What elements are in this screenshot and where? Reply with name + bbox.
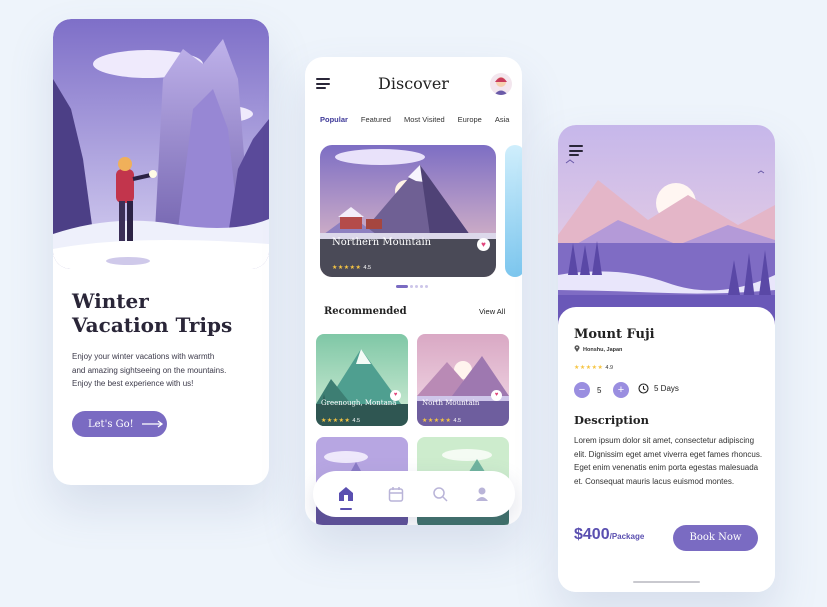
next-destination-card-peek[interactable]: [505, 145, 522, 277]
calendar-icon[interactable]: [387, 485, 405, 503]
lets-go-button[interactable]: Let's Go!: [72, 411, 167, 437]
destination-detail-card: Mount Fuji Honshu, Japan ★★★★★ 4.9 − 5 + …: [558, 125, 775, 592]
heart-icon[interactable]: ♥: [477, 238, 490, 251]
recommended-tile[interactable]: Greenough, Montana ★★★★★ 4.5 ♥: [316, 334, 408, 426]
home-indicator: [633, 581, 700, 583]
tile-name: Greenough, Montana: [321, 399, 397, 407]
discover-card: Discover Popular Featured Most Visited Euro…: [305, 57, 522, 525]
menu-icon[interactable]: [569, 145, 583, 156]
view-all-link[interactable]: View All: [479, 307, 505, 316]
recommended-tile[interactable]: North Mountain ★★★★★ 4.5 ♥: [417, 334, 509, 426]
mountain-landscape-illustration: [558, 125, 775, 325]
tile-rating: ★★★★★ 4.5: [422, 418, 462, 424]
tab-europe[interactable]: Europe: [458, 115, 482, 124]
winter-hero-illustration: [53, 19, 269, 269]
price: $400/Package: [574, 526, 644, 544]
featured-rating: ★★★★★ 4.5: [332, 265, 372, 271]
tab-asia[interactable]: Asia: [495, 115, 510, 124]
intro-title-line1: Winter: [72, 289, 149, 313]
intro-title: Winter Vacation Trips: [72, 289, 232, 337]
tab-popular[interactable]: Popular: [320, 115, 348, 124]
tab-featured[interactable]: Featured: [361, 115, 391, 124]
description-text: Lorem ipsum dolor sit amet, consectetur …: [574, 436, 763, 486]
duration: 5 Days: [638, 383, 679, 394]
location: Honshu, Japan: [574, 345, 622, 353]
price-value: $400: [574, 526, 610, 543]
location-pin-icon: [574, 345, 580, 352]
intro-card: Winter Vacation Trips Enjoy your winter …: [53, 19, 269, 485]
recommended-heading: Recommended: [324, 306, 407, 317]
tab-most-visited[interactable]: Most Visited: [404, 115, 445, 124]
description-heading: Description: [574, 413, 649, 427]
intro-desc-line3: Enjoy the best experience with us!: [72, 379, 194, 389]
featured-name: Northern Mountain: [332, 237, 432, 248]
featured-destination-card[interactable]: Northern Mountain ★★★★★ 4.5 ♥: [320, 145, 496, 277]
lets-go-label: Let's Go!: [88, 418, 134, 430]
profile-icon[interactable]: [473, 485, 491, 503]
search-icon[interactable]: [431, 485, 449, 503]
tile-name: North Mountain: [422, 399, 480, 407]
star-icon: ★★★★★: [574, 365, 604, 371]
detail-sheet: Mount Fuji Honshu, Japan ★★★★★ 4.9 − 5 + …: [558, 307, 775, 592]
book-now-button[interactable]: Book Now: [673, 525, 758, 551]
star-icon: ★★★★★: [422, 418, 452, 424]
carousel-indicator: [396, 285, 428, 288]
duration-text: 5 Days: [654, 384, 679, 393]
category-tabs: Popular Featured Most Visited Europe Asia: [320, 115, 522, 129]
clock-icon: [638, 383, 649, 394]
destination-name: Mount Fuji: [574, 327, 655, 342]
home-icon[interactable]: [337, 485, 355, 503]
quantity-value: 5: [597, 386, 602, 395]
destination-rating: ★★★★★ 4.9: [574, 365, 614, 371]
star-icon: ★★★★★: [332, 265, 362, 271]
heart-icon[interactable]: ♥: [491, 390, 502, 401]
increase-quantity-button[interactable]: +: [613, 382, 629, 398]
decrease-quantity-button[interactable]: −: [574, 382, 590, 398]
active-tab-indicator: [340, 508, 352, 510]
star-icon: ★★★★★: [321, 418, 351, 424]
heart-icon[interactable]: ♥: [390, 390, 401, 401]
intro-desc-line2: and amazing sightseeing on the mountains…: [72, 365, 227, 375]
arrow-right-icon: [141, 420, 163, 428]
avatar[interactable]: [490, 73, 512, 95]
tile-rating: ★★★★★ 4.5: [321, 418, 361, 424]
intro-desc-line1: Enjoy your winter vacations with warmth: [72, 352, 215, 361]
intro-description: Enjoy your winter vacations with warmth …: [72, 350, 252, 391]
location-text: Honshu, Japan: [583, 347, 623, 353]
intro-title-line2: Vacation Trips: [72, 313, 233, 337]
bottom-nav: [313, 471, 515, 517]
price-unit: /Package: [609, 532, 645, 541]
